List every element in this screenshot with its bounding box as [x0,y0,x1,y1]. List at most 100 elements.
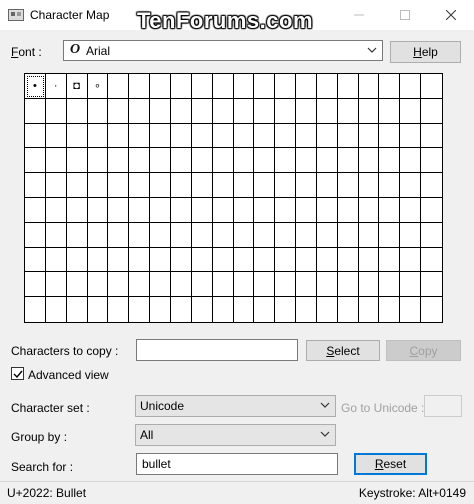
empty-cell[interactable] [316,222,338,248]
empty-cell[interactable] [170,74,192,99]
empty-cell[interactable] [212,272,234,298]
empty-cell[interactable] [337,74,359,99]
empty-cell[interactable] [400,74,422,99]
empty-cell[interactable] [421,124,442,149]
empty-cell[interactable] [275,173,297,198]
maximize-button[interactable] [382,0,428,30]
character-cell[interactable]: ∘ [87,74,109,99]
empty-cell[interactable] [212,98,234,124]
empty-cell[interactable] [400,247,422,273]
empty-cell[interactable] [66,197,88,223]
empty-cell[interactable] [108,98,130,124]
empty-cell[interactable] [337,148,359,174]
advanced-view-label[interactable]: Advanced view [28,368,109,382]
empty-cell[interactable] [275,297,297,322]
empty-cell[interactable] [233,98,255,124]
empty-cell[interactable] [150,272,171,298]
empty-cell[interactable] [358,247,380,273]
empty-cell[interactable] [87,247,109,273]
empty-cell[interactable] [25,247,46,273]
empty-cell[interactable] [254,173,276,198]
empty-cell[interactable] [150,173,171,198]
empty-cell[interactable] [379,148,401,174]
empty-cell[interactable] [129,123,151,149]
empty-cell[interactable] [254,297,276,322]
empty-cell[interactable] [358,74,380,99]
empty-cell[interactable] [254,197,276,223]
empty-cell[interactable] [170,197,192,223]
group-by-dropdown[interactable]: All [135,424,336,446]
empty-cell[interactable] [212,222,234,248]
empty-cell[interactable] [108,74,130,99]
empty-cell[interactable] [67,297,88,322]
empty-cell[interactable] [421,99,442,124]
minimize-button[interactable] [336,0,382,30]
search-input[interactable]: bullet [136,453,338,475]
empty-cell[interactable] [25,148,46,174]
empty-cell[interactable] [150,297,171,322]
empty-cell[interactable] [170,247,192,273]
empty-cell[interactable] [296,98,317,124]
empty-cell[interactable] [421,248,442,273]
empty-cell[interactable] [296,173,317,198]
empty-cell[interactable] [66,247,88,273]
empty-cell[interactable] [46,297,67,322]
empty-cell[interactable] [233,173,255,198]
empty-cell[interactable] [379,197,401,223]
empty-cell[interactable] [337,98,359,124]
empty-cell[interactable] [254,74,276,99]
empty-cell[interactable] [275,197,297,223]
empty-cell[interactable] [379,74,401,99]
empty-cell[interactable] [379,247,401,273]
empty-cell[interactable] [421,148,442,174]
empty-cell[interactable] [400,272,422,298]
empty-cell[interactable] [25,197,46,223]
empty-cell[interactable] [233,123,255,149]
empty-cell[interactable] [316,98,338,124]
empty-cell[interactable] [25,272,46,298]
empty-cell[interactable] [108,222,130,248]
empty-cell[interactable] [421,198,442,223]
title-bar[interactable]: Character Map TenForums.com [0,0,474,33]
empty-cell[interactable] [296,222,317,248]
empty-cell[interactable] [87,272,109,298]
empty-cell[interactable] [191,173,213,198]
empty-cell[interactable] [358,272,380,298]
character-set-dropdown[interactable]: Unicode [135,395,336,417]
empty-cell[interactable] [400,297,422,322]
empty-cell[interactable] [129,74,151,99]
empty-cell[interactable] [87,123,109,149]
empty-cell[interactable] [150,148,171,174]
empty-cell[interactable] [191,98,213,124]
empty-cell[interactable] [25,98,46,124]
empty-cell[interactable] [87,148,109,174]
empty-cell[interactable] [296,74,317,99]
empty-cell[interactable] [233,247,255,273]
empty-cell[interactable] [129,148,151,174]
empty-cell[interactable] [87,173,109,198]
empty-cell[interactable] [296,297,317,322]
empty-cell[interactable] [212,197,234,223]
empty-cell[interactable] [233,272,255,298]
empty-cell[interactable] [129,297,151,322]
empty-cell[interactable] [337,197,359,223]
empty-cell[interactable] [275,74,297,99]
empty-cell[interactable] [150,197,171,223]
empty-cell[interactable] [316,148,338,174]
empty-cell[interactable] [254,247,276,273]
empty-cell[interactable] [212,247,234,273]
empty-cell[interactable] [379,173,401,198]
empty-cell[interactable] [296,123,317,149]
empty-cell[interactable] [150,123,171,149]
go-to-unicode-input[interactable] [424,395,462,417]
empty-cell[interactable] [212,173,234,198]
empty-cell[interactable] [129,247,151,273]
empty-cell[interactable] [421,297,442,322]
empty-cell[interactable] [275,148,297,174]
empty-cell[interactable] [421,74,442,99]
empty-cell[interactable] [191,74,213,99]
empty-cell[interactable] [358,222,380,248]
empty-cell[interactable] [358,98,380,124]
empty-cell[interactable] [275,123,297,149]
empty-cell[interactable] [254,98,276,124]
